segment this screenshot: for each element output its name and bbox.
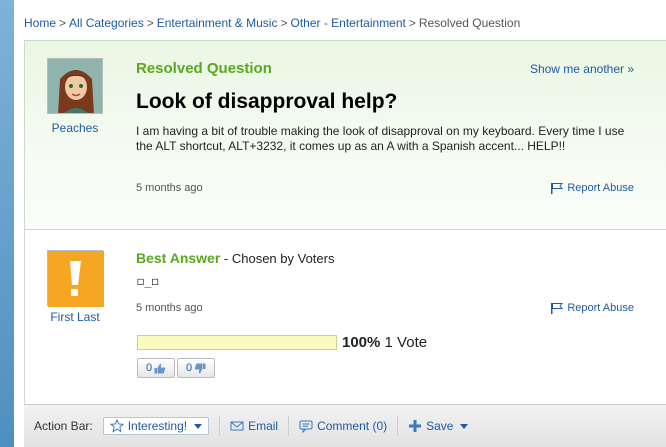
caret-down-icon bbox=[194, 423, 203, 429]
interesting-button[interactable]: Interesting! bbox=[102, 417, 210, 435]
question-report-abuse[interactable]: Report Abuse bbox=[551, 182, 634, 194]
breadcrumb-current: Resolved Question bbox=[418, 16, 521, 30]
save-label: Save bbox=[426, 419, 454, 433]
answer-time-ago: 5 months ago bbox=[136, 302, 203, 314]
question-title: Look of disapproval help? bbox=[136, 90, 398, 113]
chosen-by-label: - Chosen by Voters bbox=[220, 251, 335, 266]
question-body: I am having a bit of trouble making the … bbox=[136, 124, 625, 153]
thumbs-down-icon bbox=[194, 363, 206, 373]
breadcrumb-other-entertainment[interactable]: Other - Entertainment bbox=[290, 16, 405, 30]
interesting-button-wrap: Interesting! bbox=[102, 416, 219, 436]
breadcrumb-all-categories[interactable]: All Categories bbox=[69, 16, 144, 30]
asker-name[interactable]: Peaches bbox=[47, 121, 103, 135]
email-label: Email bbox=[248, 419, 279, 433]
vote-summary: 100% 1 Vote bbox=[342, 334, 427, 351]
thumbs-up-icon bbox=[154, 363, 166, 373]
envelope-icon bbox=[230, 421, 244, 431]
interesting-label: Interesting! bbox=[127, 419, 188, 433]
thumbs-up-button[interactable]: 0 bbox=[137, 358, 175, 378]
flag-icon bbox=[551, 182, 564, 194]
breadcrumb-home[interactable]: Home bbox=[24, 16, 56, 30]
breadcrumb-entertainment-music[interactable]: Entertainment & Music bbox=[157, 16, 278, 30]
star-icon bbox=[109, 419, 124, 433]
report-abuse-label: Report Abuse bbox=[567, 182, 634, 194]
show-another-link[interactable]: Show me another » bbox=[530, 62, 634, 76]
asker-avatar[interactable] bbox=[47, 58, 103, 114]
comment-button[interactable]: Comment (0) bbox=[288, 416, 397, 436]
answerer-avatar[interactable] bbox=[47, 250, 104, 307]
breadcrumb: Home > All Categories > Entertainment & Musi… bbox=[24, 16, 521, 30]
rating-buttons: 0 0 bbox=[137, 358, 215, 378]
email-button[interactable]: Email bbox=[219, 416, 288, 436]
vote-count: 1 Vote bbox=[384, 334, 428, 351]
question-time-ago: 5 months ago bbox=[136, 182, 203, 194]
thumbs-up-count: 0 bbox=[145, 362, 153, 374]
report-abuse-label: Report Abuse bbox=[567, 302, 634, 314]
answer-text: ◻_◻ bbox=[137, 274, 159, 288]
comment-label: Comment (0) bbox=[317, 419, 388, 433]
answer-report-abuse[interactable]: Report Abuse bbox=[551, 302, 634, 314]
best-answer-label: Best Answer bbox=[136, 250, 221, 266]
default-avatar-image bbox=[48, 251, 104, 307]
vote-bar bbox=[137, 335, 337, 350]
thumbs-down-count: 0 bbox=[185, 362, 193, 374]
best-answer-heading: Best Answer - Chosen by Voters bbox=[136, 250, 334, 266]
answer-panel bbox=[24, 230, 666, 404]
plus-icon bbox=[409, 420, 422, 432]
vote-percent: 100% bbox=[342, 334, 381, 351]
action-bar: Action Bar: Interesting! Email Comment (… bbox=[24, 404, 666, 447]
flag-icon bbox=[551, 302, 564, 314]
caret-down-icon bbox=[460, 423, 469, 429]
action-bar-label: Action Bar: bbox=[34, 419, 93, 433]
save-button[interactable]: Save bbox=[397, 416, 478, 436]
left-edge-strip bbox=[0, 0, 14, 447]
resolved-question-label: Resolved Question bbox=[136, 60, 272, 77]
asker-avatar-image bbox=[48, 59, 102, 113]
comment-icon bbox=[299, 420, 313, 433]
answerer-name[interactable]: First Last bbox=[47, 310, 103, 324]
thumbs-down-button[interactable]: 0 bbox=[177, 358, 215, 378]
